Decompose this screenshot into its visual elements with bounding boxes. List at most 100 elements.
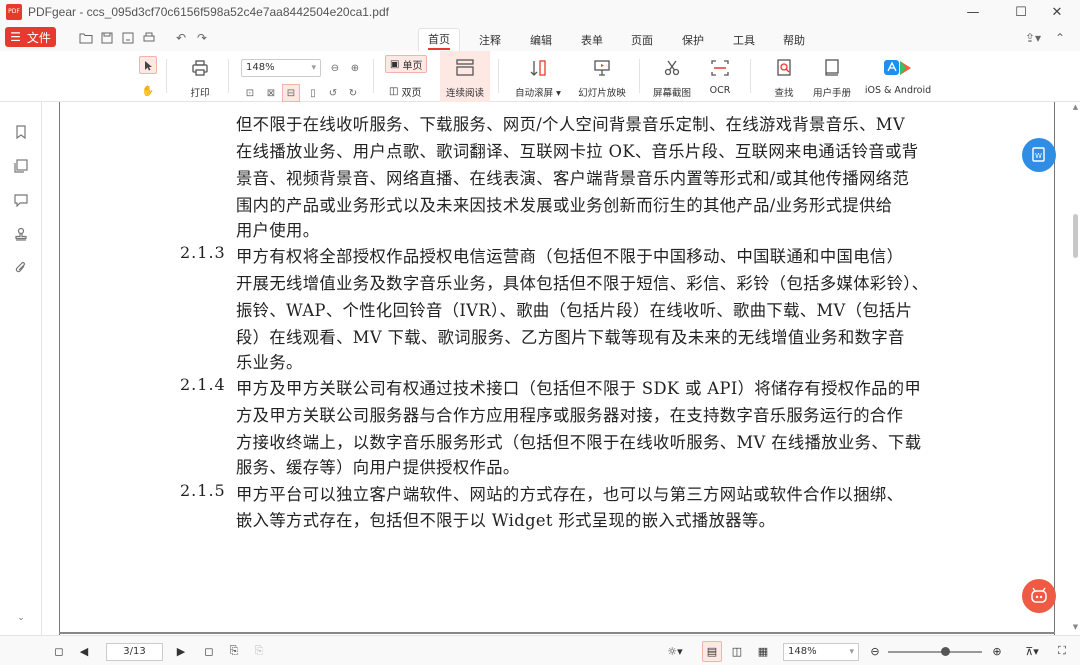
comments-icon[interactable] xyxy=(13,192,29,208)
tab-tools[interactable]: 工具 xyxy=(724,28,764,51)
auto-scroll-button[interactable]: 自动滚屏 ▾ xyxy=(510,57,566,99)
tab-protect[interactable]: 保护 xyxy=(673,28,713,51)
slideshow-button[interactable]: 幻灯片放映 xyxy=(574,57,630,99)
screenshot-button[interactable]: 屏幕截图 xyxy=(648,57,696,99)
prev-view-icon[interactable]: ⎘ xyxy=(227,644,241,658)
doc-line: 嵌入等方式存在，包括但不限于以 Widget 形式呈现的嵌入式播放器等。 xyxy=(236,511,776,530)
status-bar: ◻ ◀ 3/13 ▶ ◻ ⎘ ⎘ ☼▾ ▤ ◫ ▦ 148% ▾ ⊖ ⊕ ⊼▾ ⛶ xyxy=(0,635,1080,665)
save-icon[interactable] xyxy=(99,30,115,46)
ribbon-toolbar: ✋ 打印 148% ▾ ⊖ ⊕ ⊡ ⊠ ⊟ ▯ ↺ ↻ ▣ 单页 ◫ 双页 连续阅… xyxy=(0,51,1080,102)
tab-home[interactable]: 首页 xyxy=(418,28,460,51)
doc-line: 用户使用。 xyxy=(236,221,320,240)
scroll-thumb[interactable] xyxy=(1073,214,1078,258)
page-number-input[interactable]: 3/13 xyxy=(106,643,163,661)
app-logo: PDF xyxy=(6,4,22,20)
single-page-view-icon[interactable]: ▤ xyxy=(705,644,719,658)
clause-number: 2.1.4 xyxy=(180,375,226,394)
file-menu-label: 文件 xyxy=(26,30,51,45)
status-zoom-select[interactable]: 148% ▾ xyxy=(783,643,859,661)
thumbnails-icon[interactable] xyxy=(13,158,29,174)
close-button[interactable]: ✕ xyxy=(1034,0,1080,24)
theme-toggle-icon[interactable]: ☼▾ xyxy=(662,644,688,658)
scroll-down-arrow[interactable]: ▼ xyxy=(1072,624,1079,631)
search-button[interactable]: 查找 xyxy=(768,57,800,99)
presentation-icon[interactable]: ⊼▾ xyxy=(1022,644,1042,658)
zoom-in-icon[interactable]: ⊕ xyxy=(346,59,364,77)
rotate-left-icon[interactable]: ↺ xyxy=(324,84,342,102)
ai-assistant-button[interactable] xyxy=(1022,579,1056,613)
collapse-sidebar-icon[interactable]: ⌄ xyxy=(13,610,29,626)
share-icon[interactable]: ⇪▾ xyxy=(1022,30,1044,46)
doc-line: 甲方有权将全部授权作品授权电信运营商（包括但不限于中国移动、中国联通和中国电信） xyxy=(236,247,904,266)
continuous-view-icon[interactable]: ▦ xyxy=(756,644,770,658)
ocr-icon xyxy=(710,57,730,79)
tab-edit[interactable]: 编辑 xyxy=(521,28,561,51)
next-view-icon[interactable]: ⎘ xyxy=(252,644,266,658)
undo-icon[interactable]: ↶ xyxy=(173,30,189,46)
next-page-icon[interactable]: ▶ xyxy=(174,644,188,658)
svg-text:W: W xyxy=(1035,152,1042,160)
fit-width-icon[interactable]: ⊟ xyxy=(282,84,300,102)
document-viewer[interactable]: 但不限于在线收听服务、下载服务、网页/个人空间背景音乐定制、在线游戏背景音乐、M… xyxy=(43,102,1071,635)
fit-page-icon[interactable]: ⊠ xyxy=(262,84,280,102)
select-tool-button[interactable] xyxy=(139,56,157,74)
prev-page-icon[interactable]: ◀ xyxy=(77,644,91,658)
tab-page[interactable]: 页面 xyxy=(622,28,662,51)
doc-line: 段）在线观看、MV 下载、歌词服务、乙方图片下载等现有及未来的无线增值业务和数字… xyxy=(236,328,905,347)
status-zoom-out-icon[interactable]: ⊖ xyxy=(868,644,882,658)
fullscreen-icon[interactable]: ⛶ xyxy=(1052,644,1072,658)
last-page-icon[interactable]: ◻ xyxy=(202,644,216,658)
doc-line: 开展无线增值业务及数字音乐业务，具体包括但不限于短信、彩信、彩铃（包括多媒体彩铃… xyxy=(236,274,929,293)
doc-line: 乐业务。 xyxy=(236,353,303,372)
open-folder-icon[interactable] xyxy=(78,30,94,46)
zoom-out-icon[interactable]: ⊖ xyxy=(326,59,344,77)
zoom-select[interactable]: 148% ▾ xyxy=(241,59,321,77)
vertical-scrollbar[interactable]: ▲ ▼ xyxy=(1071,102,1080,635)
first-page-icon[interactable]: ◻ xyxy=(52,644,66,658)
bookmark-icon[interactable] xyxy=(13,124,29,140)
file-menu-button[interactable]: ☰ 文件 xyxy=(5,27,56,47)
rotate-right-icon[interactable]: ↻ xyxy=(344,84,362,102)
zoom-slider-knob[interactable] xyxy=(941,647,950,656)
print-button[interactable]: 打印 xyxy=(185,57,215,99)
doc-line: 但不限于在线收听服务、下载服务、网页/个人空间背景音乐定制、在线游戏背景音乐、M… xyxy=(236,115,906,134)
print-label: 打印 xyxy=(190,88,210,99)
ocr-button[interactable]: OCR xyxy=(702,57,738,96)
save-as-icon[interactable] xyxy=(120,30,136,46)
status-zoom-in-icon[interactable]: ⊕ xyxy=(990,644,1004,658)
clause-number: 2.1.3 xyxy=(180,243,226,262)
zoom-slider-track[interactable] xyxy=(888,651,982,653)
print-quick-icon[interactable] xyxy=(141,30,157,46)
tab-form[interactable]: 表单 xyxy=(572,28,612,51)
fit-visible-icon[interactable]: ▯ xyxy=(304,84,322,102)
convert-to-word-button[interactable]: W xyxy=(1022,138,1056,172)
menu-bar: ☰ 文件 ↶ ↷ 首页 注释 编辑 表单 页面 保护 工具 帮助 ⇪▾ ⌃ xyxy=(0,24,1080,51)
minimize-button[interactable]: — xyxy=(950,0,996,24)
hand-tool-button[interactable]: ✋ xyxy=(139,82,157,100)
tab-help[interactable]: 帮助 xyxy=(774,28,814,51)
doc-line: 景音、视频背景音、网络直播、在线表演、客户端背景音乐内置等形式和/或其他传播网络… xyxy=(236,169,910,188)
doc-line: 围内的产品或业务形式以及未来因技术发展或业务创新而衍生的其他产品/业务形式提供给 xyxy=(236,196,893,215)
stamp-icon[interactable] xyxy=(13,226,29,242)
attachment-icon[interactable] xyxy=(13,260,29,276)
tab-annotate[interactable]: 注释 xyxy=(470,28,510,51)
scroll-up-arrow[interactable]: ▲ xyxy=(1072,104,1079,111)
hamburger-icon: ☰ xyxy=(10,30,21,44)
single-page-button[interactable]: ▣ 单页 xyxy=(385,55,428,73)
auto-scroll-icon xyxy=(529,57,547,79)
doc-line: 甲方平台可以独立客户端软件、网站的方式存在，也可以与第三方网站或软件合作以捆绑、 xyxy=(236,485,904,504)
actual-size-icon[interactable]: ⊡ xyxy=(241,84,259,102)
left-sidebar: ⌄ xyxy=(0,102,42,635)
doc-line: 在线播放业务、用户点歌、歌词翻译、互联网卡拉 OK、音乐片段、互联网来电通话铃音… xyxy=(236,142,919,161)
user-manual-button[interactable]: 用户手册 xyxy=(808,57,856,99)
collapse-ribbon-icon[interactable]: ⌃ xyxy=(1052,30,1068,46)
double-page-button[interactable]: ◫ 双页 xyxy=(385,82,425,100)
doc-line: 方及甲方关联公司服务器与合作方应用程序或服务器对接，在支持数字音乐服务运行的合作 xyxy=(236,406,904,425)
double-page-icon: ◫ xyxy=(389,85,399,97)
double-page-view-icon[interactable]: ◫ xyxy=(730,644,744,658)
doc-line: 服务、缓存等）向用户提供授权作品。 xyxy=(236,458,520,477)
continuous-scroll-icon xyxy=(455,57,475,79)
continuous-read-button[interactable]: 连续阅读 xyxy=(440,57,490,99)
redo-icon[interactable]: ↷ xyxy=(194,30,210,46)
ios-android-button[interactable]: iOS & Android xyxy=(860,57,936,96)
